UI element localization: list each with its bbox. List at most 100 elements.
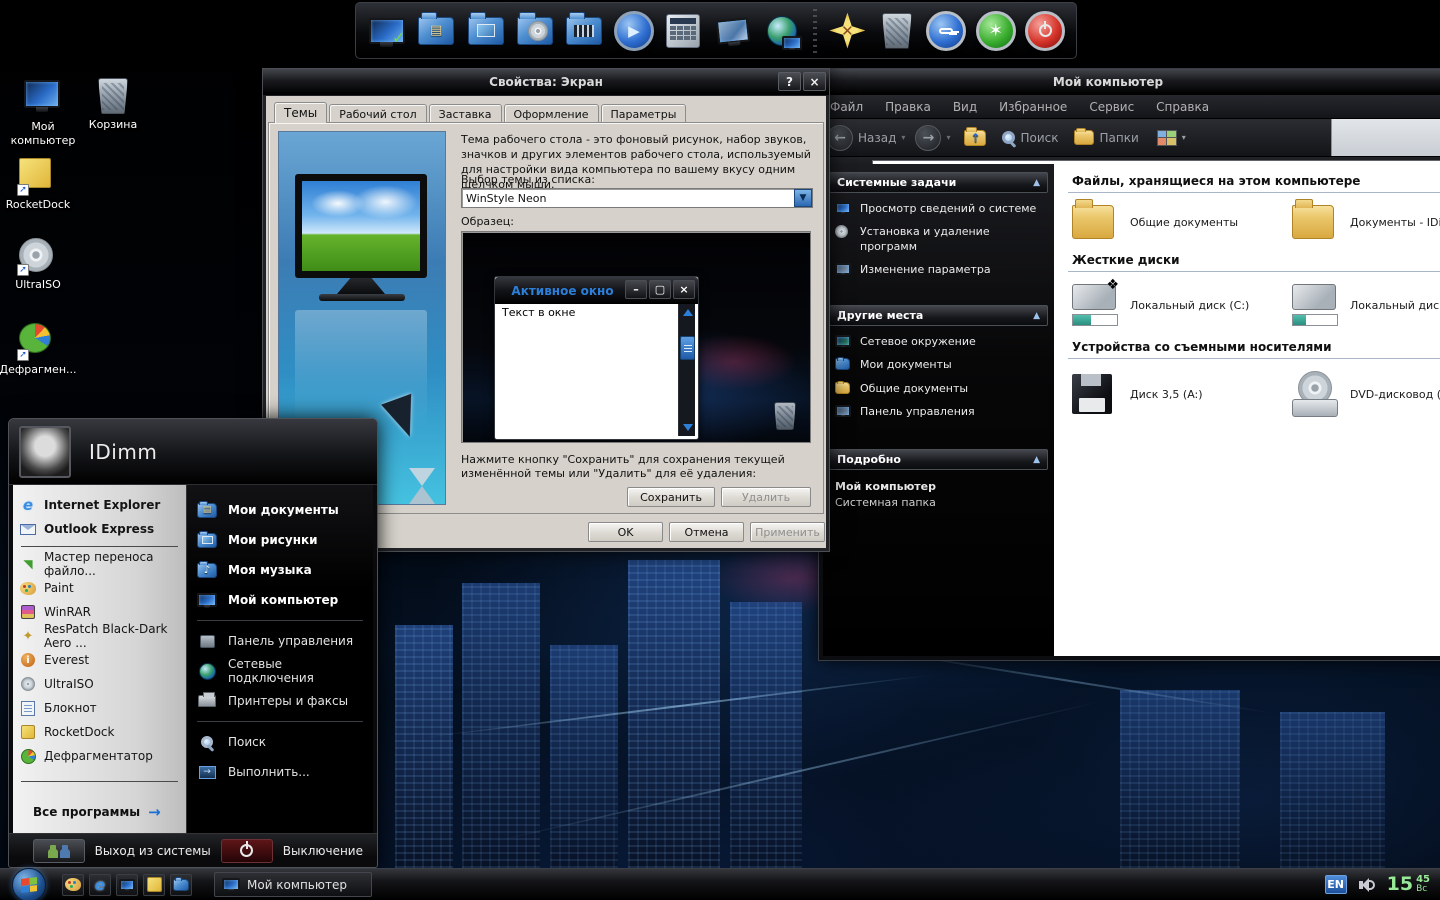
ok-button[interactable]: OK: [588, 522, 663, 542]
sidebar-item-add-remove[interactable]: Установка и удаление программ: [835, 225, 1046, 254]
dock-pictures-folder-icon[interactable]: [465, 9, 506, 53]
start-item-respatch[interactable]: ✦ ResPatch Black-Dark Aero ...: [19, 622, 180, 650]
start-item-ultraiso[interactable]: UltraISO: [19, 672, 180, 696]
start-item-rocketdock[interactable]: RocketDock: [19, 720, 180, 744]
tab-desktop[interactable]: Рабочий стол: [329, 104, 427, 123]
dock-music-folder-icon[interactable]: [514, 9, 555, 53]
start-item-everest[interactable]: i Everest: [19, 648, 180, 672]
tab-settings[interactable]: Параметры: [600, 104, 687, 123]
dialog-titlebar[interactable]: Свойства: Экран ? ×: [263, 69, 829, 95]
file-item-documents-idimm[interactable]: Документы - IDimm: [1292, 198, 1440, 239]
tab-screensaver[interactable]: Заставка: [428, 104, 502, 123]
dock-shutdown-icon[interactable]: [1024, 9, 1066, 53]
quicklaunch-display-icon[interactable]: [116, 873, 138, 896]
explorer-content: Системные задачи ▲ Просмотр сведений о с…: [823, 164, 1440, 656]
desktop-icon-rocketdock[interactable]: ➚ RocketDock: [0, 158, 81, 212]
dock-videos-folder-icon[interactable]: [564, 9, 605, 53]
start-item-paint[interactable]: Paint: [19, 576, 180, 600]
tab-appearance[interactable]: Оформление: [503, 104, 599, 123]
all-programs-button[interactable]: Все программы →: [19, 799, 180, 825]
dock-recycle-bin-icon[interactable]: [876, 9, 917, 53]
start-button[interactable]: [12, 867, 46, 900]
up-button[interactable]: ↑: [964, 127, 987, 146]
file-item-shared-documents[interactable]: Общие документы: [1072, 198, 1292, 239]
folders-button[interactable]: Папки: [1074, 128, 1139, 145]
sidebar-item-control-panel[interactable]: Панель управления: [835, 405, 1046, 419]
forward-button[interactable]: → ▾: [915, 124, 950, 151]
theme-select[interactable]: WinStyle Neon ▼: [461, 188, 813, 208]
language-indicator[interactable]: EN: [1324, 875, 1347, 894]
tab-themes[interactable]: Темы: [274, 102, 328, 123]
logoff-button[interactable]: [32, 838, 85, 863]
close-button[interactable]: ×: [803, 72, 826, 91]
start-item-winrar[interactable]: WinRAR: [19, 600, 180, 624]
start-item-label: Мои рисунки: [228, 533, 318, 547]
dock-network-icon[interactable]: [762, 9, 803, 53]
taskbar-clock[interactable]: 15 45 Вс: [1387, 875, 1430, 894]
file-item-floppy-a[interactable]: Диск 3,5 (A:): [1072, 371, 1292, 417]
sidebar-item-change-setting[interactable]: Изменение параметра: [835, 262, 1046, 277]
desktop-icon-recycle-bin[interactable]: Корзина: [70, 78, 156, 132]
menu-edit[interactable]: Правка: [874, 100, 942, 114]
dock-display-settings-icon[interactable]: [712, 9, 753, 53]
back-button[interactable]: ← Назад ▾: [827, 124, 905, 151]
dock-my-computer-icon[interactable]: ✓: [366, 9, 407, 53]
start-item-printers[interactable]: Принтеры и факсы: [195, 686, 365, 716]
volume-icon[interactable]: [1358, 877, 1375, 892]
start-item-search[interactable]: Поиск: [195, 727, 365, 757]
start-item-files-transfer-wizard[interactable]: ◥ Мастер переноса файло...: [19, 550, 180, 578]
dock-media-player-icon[interactable]: ▶: [613, 9, 654, 53]
start-item-internet-explorer[interactable]: e Internet Explorer: [19, 493, 180, 517]
help-button[interactable]: ?: [778, 72, 801, 91]
views-button[interactable]: ▾: [1156, 129, 1186, 146]
dock-documents-folder-icon[interactable]: ▤: [415, 9, 456, 53]
quicklaunch-paint-icon[interactable]: [62, 873, 84, 896]
desktop-icon-defrag[interactable]: ➚ Дефрагмен...: [0, 323, 81, 377]
taskbar-button-my-computer[interactable]: Мой компьютер: [214, 872, 372, 897]
start-item-my-music[interactable]: ♪ Моя музыка: [195, 555, 365, 585]
file-item-disk-c[interactable]: ❖ Локальный диск (C:): [1072, 277, 1292, 326]
save-button[interactable]: Сохранить: [627, 487, 715, 507]
start-item-run[interactable]: Выполнить...: [195, 757, 365, 787]
start-item-my-documents[interactable]: ▤ Мои документы: [195, 495, 365, 525]
sidebar-item-network[interactable]: Сетевое окружение: [835, 335, 1046, 349]
sidebar-item-system-info[interactable]: Просмотр сведений о системе: [835, 202, 1046, 216]
chevron-down-icon[interactable]: ▼: [794, 189, 812, 207]
file-item-dvd-e[interactable]: DVD-дисковод (E:): [1292, 371, 1440, 417]
quicklaunch-documents-icon[interactable]: [170, 873, 192, 896]
dock-logoff-icon[interactable]: [926, 9, 967, 53]
menu-view[interactable]: Вид: [942, 100, 988, 114]
start-item-control-panel[interactable]: Панель управления: [195, 626, 365, 656]
menu-tools[interactable]: Сервис: [1078, 100, 1145, 114]
explorer-titlebar[interactable]: Мой компьютер: [819, 69, 1440, 95]
dock-tools-icon[interactable]: [827, 9, 868, 53]
collapse-icon[interactable]: ▲: [1033, 311, 1040, 321]
quicklaunch-rocketdock-icon[interactable]: [143, 873, 165, 896]
start-item-network-connections[interactable]: Сетевые подключения: [195, 656, 365, 686]
desktop-icon-ultraiso[interactable]: ➚ UltraISO: [0, 238, 81, 292]
start-item-my-pictures[interactable]: Мои рисунки: [195, 525, 365, 555]
sidebar-item-my-documents[interactable]: Мои документы: [835, 357, 1046, 372]
menu-favorites[interactable]: Избранное: [988, 100, 1078, 114]
dock-calculator-icon[interactable]: [663, 9, 704, 53]
collapse-icon[interactable]: ▲: [1033, 455, 1040, 465]
dock-restart-icon[interactable]: ✶: [975, 9, 1016, 53]
search-button[interactable]: Поиск: [1002, 131, 1058, 145]
file-item-disk-d[interactable]: Локальный диск (D:): [1292, 284, 1440, 326]
menu-help[interactable]: Справка: [1145, 100, 1220, 114]
start-item-defrag[interactable]: Дефрагментатор: [19, 744, 180, 768]
collapse-icon[interactable]: ▲: [1033, 178, 1040, 188]
start-item-my-computer[interactable]: Мой компьютер: [195, 585, 365, 615]
cancel-button[interactable]: Отмена: [669, 522, 744, 542]
start-item-outlook-express[interactable]: Outlook Express: [19, 517, 180, 541]
sidebar-section-details[interactable]: Подробно ▲: [829, 449, 1048, 471]
apply-button[interactable]: Применить: [750, 522, 825, 542]
sidebar-section-system-tasks[interactable]: Системные задачи ▲: [829, 172, 1048, 193]
search-icon: [1002, 131, 1016, 144]
delete-button[interactable]: Удалить: [721, 487, 811, 507]
quicklaunch-internet-explorer-icon[interactable]: e: [89, 873, 111, 896]
start-item-notepad[interactable]: Блокнот: [19, 696, 180, 720]
shutdown-button[interactable]: [220, 838, 273, 863]
sidebar-section-other-places[interactable]: Другие места ▲: [829, 305, 1048, 327]
sidebar-item-shared-documents[interactable]: Общие документы: [835, 380, 1046, 396]
